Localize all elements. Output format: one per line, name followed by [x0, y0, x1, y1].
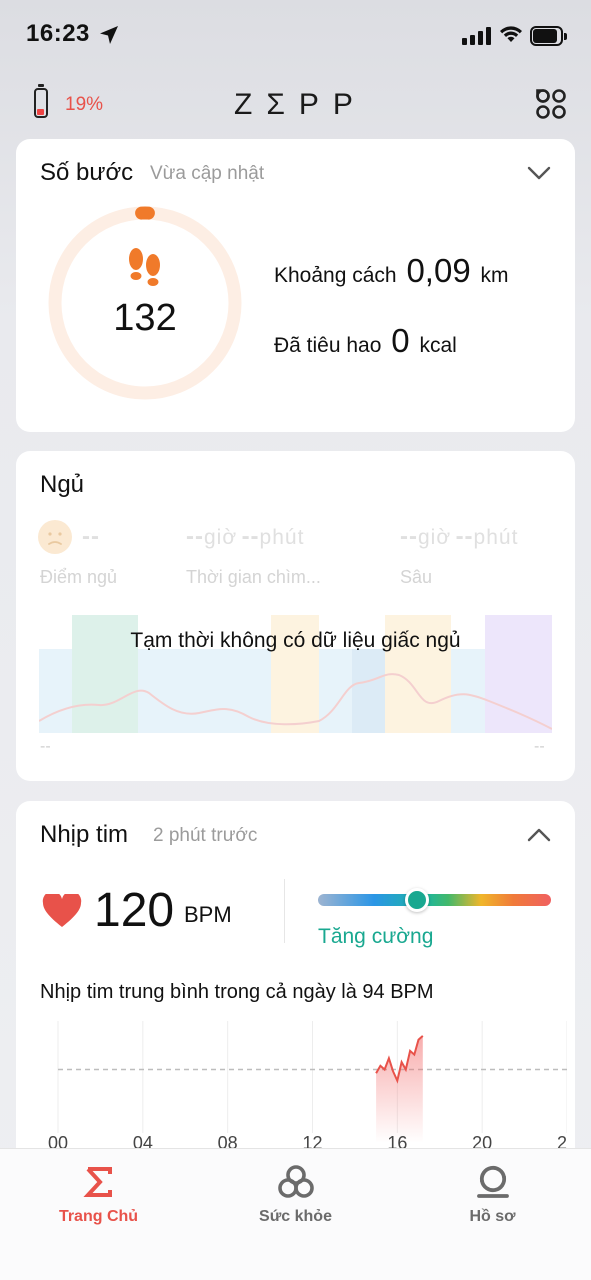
steps-count: 132 [113, 297, 177, 339]
sleep-duration-hours-unit: giờ [203, 526, 238, 549]
steps-card[interactable]: Số bước Vừa cập nhật 132 Khoảng cách 0,0… [16, 139, 575, 432]
sleep-axis-start: -- [40, 738, 51, 755]
health-knot-icon [278, 1165, 314, 1198]
divider [284, 879, 285, 943]
distance-unit: km [480, 264, 509, 287]
tab-home-label: Trang Chủ [58, 1208, 139, 1225]
sleep-score: -- [82, 523, 100, 551]
tab-profile-label: Hồ sơ [469, 1208, 516, 1225]
heart-rate-average: Nhịp tim trung bình trong cả ngày là 94 … [40, 981, 434, 1003]
sleep-deep-hours: -- [400, 523, 418, 550]
sleep-card[interactable]: Ngủ -- Điểm ngủ --giờ --phút Thời gian c… [16, 451, 575, 781]
profile-icon [477, 1165, 509, 1198]
sleep-score-value: -- [82, 523, 100, 550]
sleep-deep-minutes-unit: phút [473, 526, 519, 549]
heart-icon [42, 894, 82, 927]
chevron-down-icon[interactable] [527, 166, 551, 180]
sleep-duration: --giờ --phút [186, 523, 304, 551]
tab-health[interactable]: Sức khỏe [197, 1149, 394, 1249]
sleep-no-data-message: Tạm thời không có dữ liệu giấc ngủ [130, 629, 461, 652]
sleep-score-label: Điểm ngủ [40, 567, 118, 587]
chevron-up-icon[interactable] [527, 828, 551, 842]
wifi-icon [500, 26, 522, 42]
phone-battery-icon [530, 26, 567, 46]
heart-rate-card[interactable]: Nhịp tim 2 phút trước 120 BPM Tăng cường… [16, 801, 575, 1161]
brand-logo: ZΣPP [234, 88, 367, 121]
distance-metric: Khoảng cách 0,09 km [274, 252, 509, 290]
sleep-face-icon [38, 520, 72, 554]
sleep-duration-minutes: -- [241, 523, 260, 550]
sleep-deep: --giờ --phút [400, 523, 518, 551]
sigma-icon [83, 1167, 112, 1197]
tab-bar: Trang Chủ Sức khỏe Hồ sơ [0, 1148, 591, 1280]
calories-metric: Đã tiêu hao 0 kcal [274, 322, 457, 360]
location-arrow-icon [100, 26, 118, 44]
footprints-icon [129, 248, 160, 286]
apps-grid-icon[interactable] [535, 88, 567, 120]
sleep-deep-label: Sâu [400, 567, 433, 587]
tab-profile[interactable]: Hồ sơ [394, 1149, 591, 1249]
heart-rate-title: Nhịp tim [40, 821, 129, 848]
calories-unit: kcal [419, 334, 457, 357]
sleep-axis-end: -- [534, 738, 545, 755]
sleep-deep-hours-unit: giờ [417, 526, 452, 549]
calories-label: Đã tiêu hao [274, 334, 382, 357]
tab-home[interactable]: Trang Chủ [0, 1149, 197, 1249]
heart-rate-chart: 00040812162024 [48, 1021, 567, 1153]
sleep-title: Ngủ [40, 471, 85, 498]
app-header: 19% ZΣPP [0, 80, 591, 130]
cellular-signal-icon [462, 26, 491, 45]
distance-value: 0,09 [406, 252, 471, 289]
heart-zone-bar [318, 894, 551, 906]
steps-updated: Vừa cập nhật [150, 163, 265, 184]
distance-label: Khoảng cách [274, 264, 397, 287]
calories-value: 0 [391, 322, 410, 359]
heart-rate-unit: BPM [184, 902, 232, 927]
heart-zone-indicator [405, 888, 429, 912]
tab-health-label: Sức khỏe [259, 1208, 332, 1225]
sleep-duration-label: Thời gian chìm... [186, 567, 321, 587]
sleep-deep-minutes: -- [455, 523, 474, 550]
heart-rate-value: 120 [94, 884, 175, 937]
heart-rate-updated: 2 phút trước [153, 825, 258, 846]
sleep-duration-minutes-unit: phút [259, 526, 305, 549]
status-bar: 16:23 [0, 0, 591, 72]
heart-zone-label: Tăng cường [318, 925, 434, 948]
steps-title: Số bước [40, 159, 134, 186]
status-time: 16:23 [26, 20, 90, 47]
sleep-duration-hours: -- [186, 523, 204, 550]
